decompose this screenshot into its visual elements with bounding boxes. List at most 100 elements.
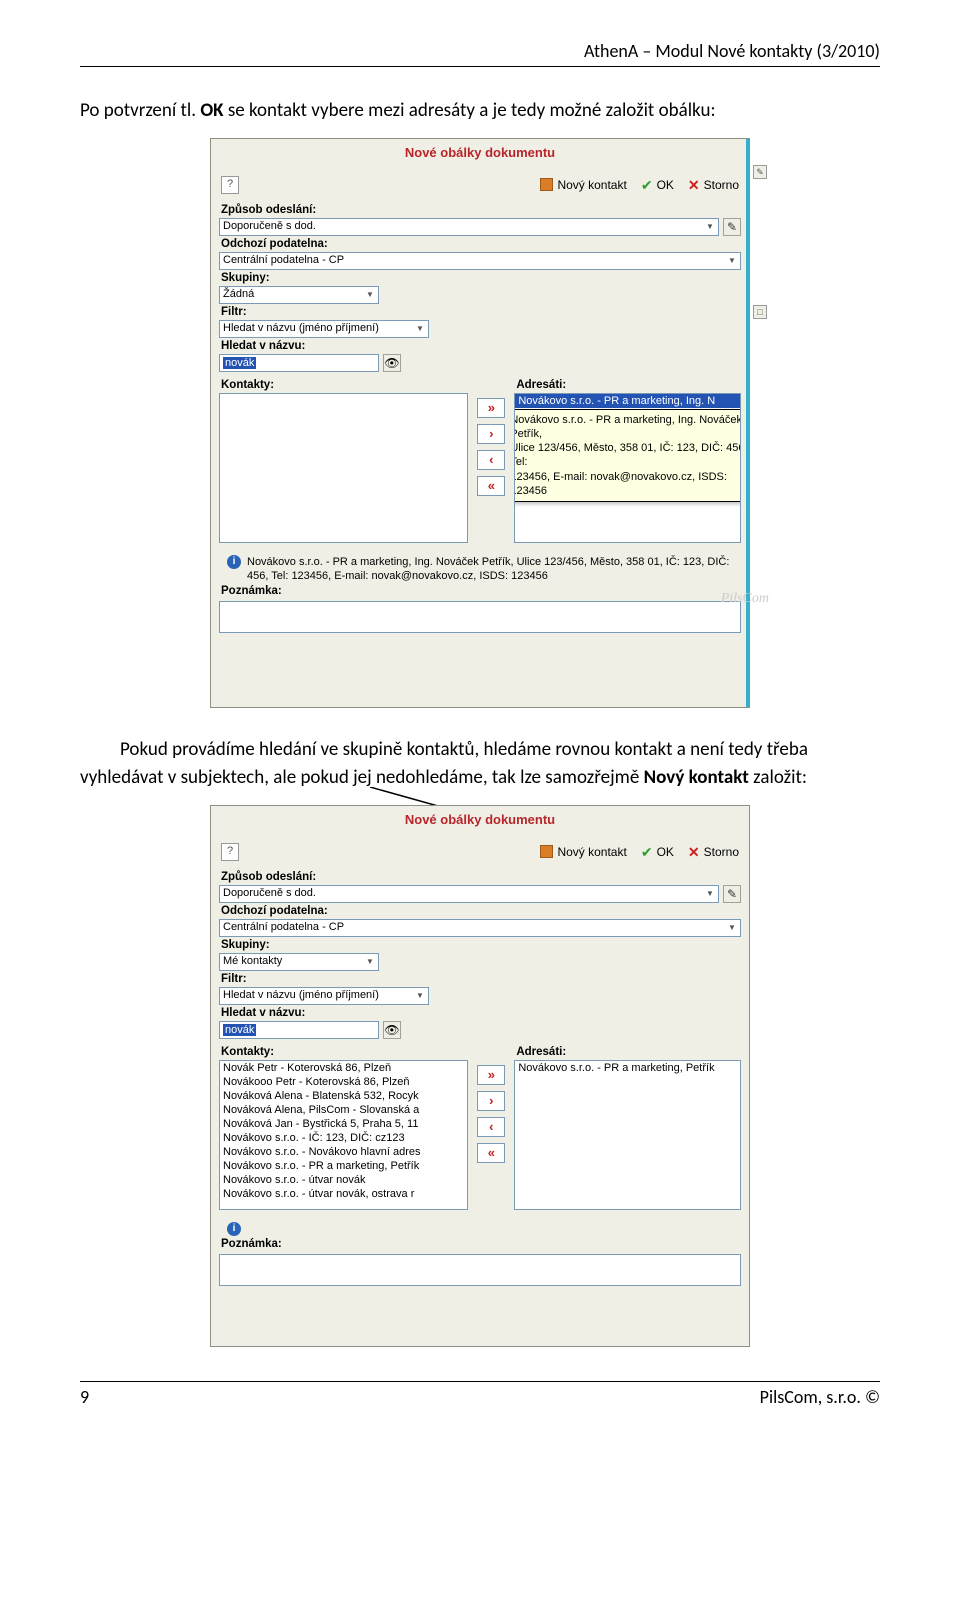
- new-contact-button[interactable]: Nový kontakt: [540, 178, 626, 192]
- kontakty-header: Kontakty:: [219, 376, 468, 393]
- new-contact-button[interactable]: Nový kontakt: [540, 845, 626, 859]
- move-right-button[interactable]: ›: [477, 424, 505, 444]
- skupiny-value: Žádná: [223, 288, 254, 300]
- ok-button[interactable]: ✔ OK: [641, 178, 674, 192]
- edit-icon[interactable]: ✎: [753, 165, 767, 179]
- chevron-down-icon: ▼: [412, 321, 428, 337]
- ok-label: OK: [657, 178, 674, 192]
- p1-suffix: se kontakt vybere mezi adresáty a je ted…: [224, 99, 716, 122]
- move-all-left-button[interactable]: «: [477, 476, 505, 496]
- page-number: 9: [80, 1386, 89, 1408]
- info-row: i: [219, 1218, 741, 1236]
- move-buttons: » › ‹ «: [474, 376, 508, 543]
- help-icon[interactable]: ?: [221, 843, 239, 861]
- list-item[interactable]: Novák Petr - Koterovská 86, Plzeň: [220, 1061, 467, 1075]
- ok-button[interactable]: ✔ OK: [641, 845, 674, 859]
- binoculars-icon[interactable]: 👁: [383, 1021, 401, 1039]
- close-icon: ✕: [688, 846, 700, 858]
- list-item[interactable]: Novákovo s.r.o. - IČ: 123, DIČ: cz123: [220, 1131, 467, 1145]
- chevron-down-icon: ▼: [702, 886, 718, 902]
- move-left-button[interactable]: ‹: [477, 450, 505, 470]
- move-right-button[interactable]: ›: [477, 1091, 505, 1111]
- skupiny-select[interactable]: Žádná ▼: [219, 286, 379, 304]
- chevron-down-icon: ▼: [412, 988, 428, 1004]
- move-left-button[interactable]: ‹: [477, 1117, 505, 1137]
- check-icon: ✔: [641, 846, 653, 858]
- dialog-title: Nové obálky dokumentu: [211, 806, 749, 841]
- kontakty-listbox[interactable]: Novák Petr - Koterovská 86, PlzeňNovákoo…: [219, 1060, 468, 1210]
- tooltip: Novákovo s.r.o. - PR a marketing, Ing. N…: [514, 409, 741, 503]
- move-all-right-button[interactable]: »: [477, 398, 505, 418]
- list-item[interactable]: Nováková Alena - Blatenská 532, Rocyk: [220, 1089, 467, 1103]
- tooltip-line: Ulice 123/456, Město, 358 01, IČ: 123, D…: [514, 441, 741, 470]
- adresati-listbox[interactable]: Novákovo s.r.o. - PR a marketing, Petřík: [514, 1060, 741, 1210]
- podatelna-select[interactable]: Centrální podatelna - CP ▼: [219, 252, 741, 270]
- filtr-select[interactable]: Hledat v názvu (jméno příjmení) ▼: [219, 320, 429, 338]
- filtr-value: Hledat v názvu (jméno příjmení): [223, 989, 379, 1001]
- p1-prefix: Po potvrzení tl.: [80, 99, 200, 122]
- hledat-label: Hledat v názvu:: [219, 338, 741, 354]
- new-contact-icon: [540, 178, 553, 191]
- filtr-select[interactable]: Hledat v názvu (jméno příjmení) ▼: [219, 987, 429, 1005]
- list-item[interactable]: Novákooo Petr - Koterovská 86, Plzeň: [220, 1075, 467, 1089]
- zpusob-value: Doporučeně s dod.: [223, 220, 316, 232]
- kontakty-listbox[interactable]: [219, 393, 468, 543]
- doc-title: AthenA – Modul Nové kontakty (3/2010): [584, 40, 880, 62]
- zpusob-edit-button[interactable]: ✎: [723, 218, 741, 236]
- search-input[interactable]: novák: [219, 1021, 379, 1039]
- cancel-button[interactable]: ✕ Storno: [688, 845, 739, 859]
- list-item[interactable]: Novákovo s.r.o. - PR a marketing, Petřík: [515, 1061, 740, 1075]
- podatelna-label: Odchozí podatelna:: [219, 903, 741, 919]
- info-icon: i: [227, 1222, 241, 1236]
- copyright: PilsCom, s.r.o. ©: [760, 1386, 880, 1408]
- zpusob-select[interactable]: Doporučeně s dod. ▼: [219, 218, 719, 236]
- teal-edge: [746, 139, 750, 707]
- move-all-right-button[interactable]: »: [477, 1065, 505, 1085]
- podatelna-label: Odchozí podatelna:: [219, 236, 741, 252]
- page-header: AthenA – Modul Nové kontakty (3/2010): [80, 40, 880, 67]
- page-footer: 9 PilsCom, s.r.o. ©: [80, 1381, 880, 1408]
- list-item[interactable]: Nováková Alena, PilsCom - Slovanská a: [220, 1103, 467, 1117]
- skupiny-select[interactable]: Mé kontakty ▼: [219, 953, 379, 971]
- poznamka-textarea[interactable]: [219, 1254, 741, 1286]
- list-item[interactable]: Novákovo s.r.o. - PR a marketing, Petřík: [220, 1159, 467, 1173]
- binoculars-icon[interactable]: 👁: [383, 354, 401, 372]
- help-icon[interactable]: ?: [221, 176, 239, 194]
- info-text: Novákovo s.r.o. - PR a marketing, Ing. N…: [247, 555, 733, 584]
- podatelna-select[interactable]: Centrální podatelna - CP ▼: [219, 919, 741, 937]
- cancel-button[interactable]: ✕ Storno: [688, 178, 739, 192]
- list-item[interactable]: Novákovo s.r.o. - Novákovo hlavní adres: [220, 1145, 467, 1159]
- chevron-down-icon: ▼: [702, 219, 718, 235]
- list-item[interactable]: Novákovo s.r.o. - útvar novák: [220, 1173, 467, 1187]
- p2-suffix: založit:: [749, 766, 807, 789]
- adresati-header: Adresáti:: [514, 1043, 741, 1060]
- p2-bold: Nový kontakt: [644, 766, 749, 789]
- move-all-left-button[interactable]: «: [477, 1143, 505, 1163]
- dialog-title: Nové obálky dokumentu: [211, 139, 749, 174]
- filtr-label: Filtr:: [219, 304, 741, 320]
- podatelna-value: Centrální podatelna - CP: [223, 254, 344, 266]
- p1-bold: OK: [200, 99, 223, 122]
- move-buttons: » › ‹ «: [474, 1043, 508, 1210]
- adresati-listbox[interactable]: Novákovo s.r.o. - PR a marketing, Ing. N…: [514, 393, 741, 543]
- adresati-header: Adresáti:: [514, 376, 741, 393]
- zpusob-edit-button[interactable]: ✎: [723, 885, 741, 903]
- new-contact-icon: [540, 845, 553, 858]
- check-icon: ✔: [641, 179, 653, 191]
- list-item[interactable]: Novákovo s.r.o. - PR a marketing, Ing. N: [515, 394, 740, 408]
- search-input[interactable]: novák: [219, 354, 379, 372]
- poznamka-label: Poznámka:: [219, 1236, 741, 1252]
- filtr-label: Filtr:: [219, 971, 741, 987]
- zpusob-select[interactable]: Doporučeně s dod. ▼: [219, 885, 719, 903]
- info-icon: i: [227, 555, 241, 569]
- chevron-down-icon: ▼: [362, 287, 378, 303]
- folder-icon[interactable]: □: [753, 305, 767, 319]
- list-item[interactable]: Novákovo s.r.o. - útvar novák, ostrava r: [220, 1187, 467, 1201]
- paragraph-2: Pokud provádíme hledání ve skupině konta…: [80, 736, 880, 793]
- toolbar: ? Nový kontakt ✔ OK ✕ Storno: [211, 841, 749, 867]
- search-value: novák: [223, 1024, 256, 1036]
- kontakty-header: Kontakty:: [219, 1043, 468, 1060]
- cancel-label: Storno: [704, 845, 739, 859]
- poznamka-textarea[interactable]: [219, 601, 741, 633]
- list-item[interactable]: Nováková Jan - Bystřická 5, Praha 5, 11: [220, 1117, 467, 1131]
